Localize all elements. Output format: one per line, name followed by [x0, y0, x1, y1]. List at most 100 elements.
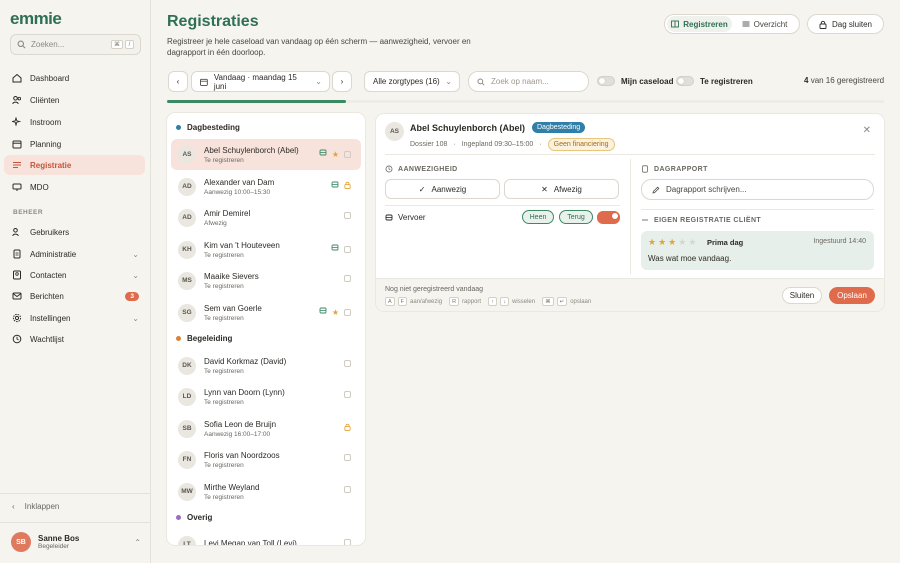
user-menu[interactable]: SB Sanne Bos Begeleider ⌃	[11, 532, 141, 552]
document-icon	[12, 249, 22, 259]
close-icon[interactable]: ✕	[863, 125, 871, 136]
transport-back-chip[interactable]: Terug	[559, 210, 593, 224]
star-icon: ★	[678, 237, 687, 247]
sidebar-item-label: Berichten	[30, 291, 64, 301]
write-report-button[interactable]: Dagrapport schrijven...	[641, 179, 874, 200]
group-label: Begeleiding	[187, 334, 233, 343]
close-button[interactable]: Sluiten	[782, 287, 822, 304]
client-row[interactable]: KH Kim van 't Houteveen Te registreren	[171, 234, 361, 265]
shortcut-label: aan/afwezig	[410, 298, 443, 305]
client-row[interactable]: AD Amir Demirel Afwezig	[171, 202, 361, 233]
collapse-sidebar-button[interactable]: ‹ Inklappen	[12, 502, 59, 511]
attendance-heading: AANWEZIGHEID	[385, 165, 458, 173]
sidebar-item-registratie[interactable]: Registratie	[4, 155, 145, 175]
row-checkbox[interactable]	[344, 308, 351, 316]
shortcut-key: F	[397, 297, 408, 306]
chevron-down-icon: ⌄	[132, 249, 139, 259]
client-row[interactable]: AD Alexander van Dam Aanwezig 10:00–15:30	[171, 171, 361, 202]
my-caseload-label: Mijn caseload	[621, 77, 674, 86]
client-name: Kim van 't Houteveen	[204, 240, 280, 250]
client-name: Maaike Sievers	[204, 271, 259, 281]
client-row[interactable]: LT Levi Megan van Toll (Levi)	[171, 529, 361, 545]
client-row[interactable]: SB Sofia Leon de Bruijn Aanwezig 16:00–17:…	[171, 413, 361, 444]
sidebar-item-wachtlijst[interactable]: Wachtlijst	[4, 329, 145, 349]
mail-icon	[12, 291, 22, 301]
divider	[641, 209, 874, 210]
transport-toggle[interactable]	[597, 211, 620, 224]
row-checkbox[interactable]	[344, 486, 351, 493]
client-name: David Korkmaz (David)	[204, 356, 287, 366]
sidebar-item-contacten[interactable]: Contacten ⌄	[4, 265, 145, 285]
chevron-up-icon: ⌃	[134, 537, 141, 547]
chevron-left-icon: ‹	[176, 77, 180, 86]
row-checkbox[interactable]	[344, 150, 351, 158]
avatar: AD	[178, 208, 196, 227]
meeting-icon	[12, 182, 22, 192]
sidebar-item-administratie[interactable]: Administratie ⌄	[4, 244, 145, 264]
client-status: Te registreren	[204, 282, 244, 290]
next-day-button[interactable]: ›	[332, 71, 352, 92]
submitted-time: Ingestuurd 14:40	[813, 238, 866, 245]
client-row[interactable]: AS Abel Schuylenborch (Abel) Te registrere…	[171, 139, 361, 170]
care-type-filter[interactable]: Alle zorgtypes (16) ⌄	[364, 71, 460, 92]
calendar-icon	[200, 78, 208, 86]
client-row[interactable]: MW Mirthe Weyland Te registreren	[171, 476, 361, 507]
date-label: Vandaag · maandag 15 juni	[213, 72, 297, 91]
client-row[interactable]: SG Sem van Goerle Te registreren ★	[171, 297, 361, 328]
client-list: Dagbesteding AS Abel Schuylenborch (Abel) T…	[167, 113, 365, 545]
name-search-input[interactable]: Zoek op naam...	[468, 71, 589, 92]
client-row[interactable]: LD Lynn van Doorn (Lynn) Te registreren	[171, 381, 361, 412]
save-button[interactable]: Opslaan	[829, 287, 875, 304]
sidebar-item-label: Planning	[30, 139, 62, 149]
row-checkbox[interactable]	[344, 212, 351, 219]
progress-bar	[167, 100, 884, 103]
sidebar-item-planning[interactable]: Planning	[4, 134, 145, 154]
sidebar-item-clienten[interactable]: Cliënten	[4, 90, 145, 110]
app-logo[interactable]: emmie	[10, 9, 62, 29]
page-subtitle: Registreer je hele caseload van vandaag …	[167, 37, 471, 57]
transport-label: Vervoer	[398, 213, 426, 222]
row-checkbox[interactable]	[344, 245, 351, 253]
row-checkbox[interactable]	[344, 275, 351, 282]
check-icon: ✓	[418, 184, 426, 194]
care-type-tag: Dagbesteding	[532, 122, 586, 133]
avatar: FN	[178, 450, 196, 469]
shortcut-key: ⌘	[111, 40, 123, 49]
sidebar-item-instellingen[interactable]: Instellingen ⌄	[4, 308, 145, 328]
list-icon	[742, 21, 750, 27]
sidebar-item-dashboard[interactable]: Dashboard	[4, 68, 145, 88]
sidebar-item-mdo[interactable]: MDO	[4, 177, 145, 197]
close-day-button[interactable]: Dag sluiten	[807, 14, 884, 34]
separator-dot: ·	[453, 141, 456, 148]
avatar: MS	[178, 271, 196, 290]
star-icon: ★	[331, 149, 339, 159]
date-picker[interactable]: Vandaag · maandag 15 juni ⌄	[191, 71, 330, 92]
present-button[interactable]: ✓ Aanwezig	[385, 179, 500, 199]
client-row[interactable]: MS Maaike Sievers Te registreren	[171, 265, 361, 296]
shortcut-key: ↵	[556, 297, 568, 306]
sidebar-search[interactable]: Zoeken... ⌘ /	[10, 34, 141, 55]
sidebar-item-berichten[interactable]: Berichten 3	[4, 286, 145, 306]
group-header: Dagbesteding	[176, 123, 240, 132]
x-icon: ✕	[541, 184, 548, 194]
to-register-toggle[interactable]	[676, 76, 694, 86]
star-icon: ★	[688, 237, 697, 247]
prev-day-button[interactable]: ‹	[168, 71, 188, 92]
absent-button[interactable]: ✕ Afwezig	[504, 179, 619, 199]
row-checkbox[interactable]	[344, 360, 351, 367]
sidebar-item-gebruikers[interactable]: Gebruikers	[4, 222, 145, 242]
tab-overzicht[interactable]: Overzicht	[732, 16, 797, 32]
client-row[interactable]: FN Floris van Noordzoos Te registreren	[171, 444, 361, 475]
section-label-beheer: BEHEER	[13, 209, 44, 216]
row-checkbox[interactable]	[344, 391, 351, 398]
my-caseload-toggle[interactable]	[597, 76, 615, 86]
client-row[interactable]: DK David Korkmaz (David) Te registreren	[171, 350, 361, 381]
transport-there-chip[interactable]: Heen	[522, 210, 554, 224]
group-header: Begeleiding	[176, 334, 232, 343]
tab-registreren[interactable]: Registreren	[667, 16, 732, 32]
sidebar-item-instroom[interactable]: Instroom	[4, 112, 145, 132]
row-checkbox[interactable]	[344, 454, 351, 461]
tab-label: Registreren	[683, 19, 728, 29]
collapse-label: Inklappen	[24, 502, 60, 511]
row-checkbox[interactable]	[344, 539, 351, 545]
